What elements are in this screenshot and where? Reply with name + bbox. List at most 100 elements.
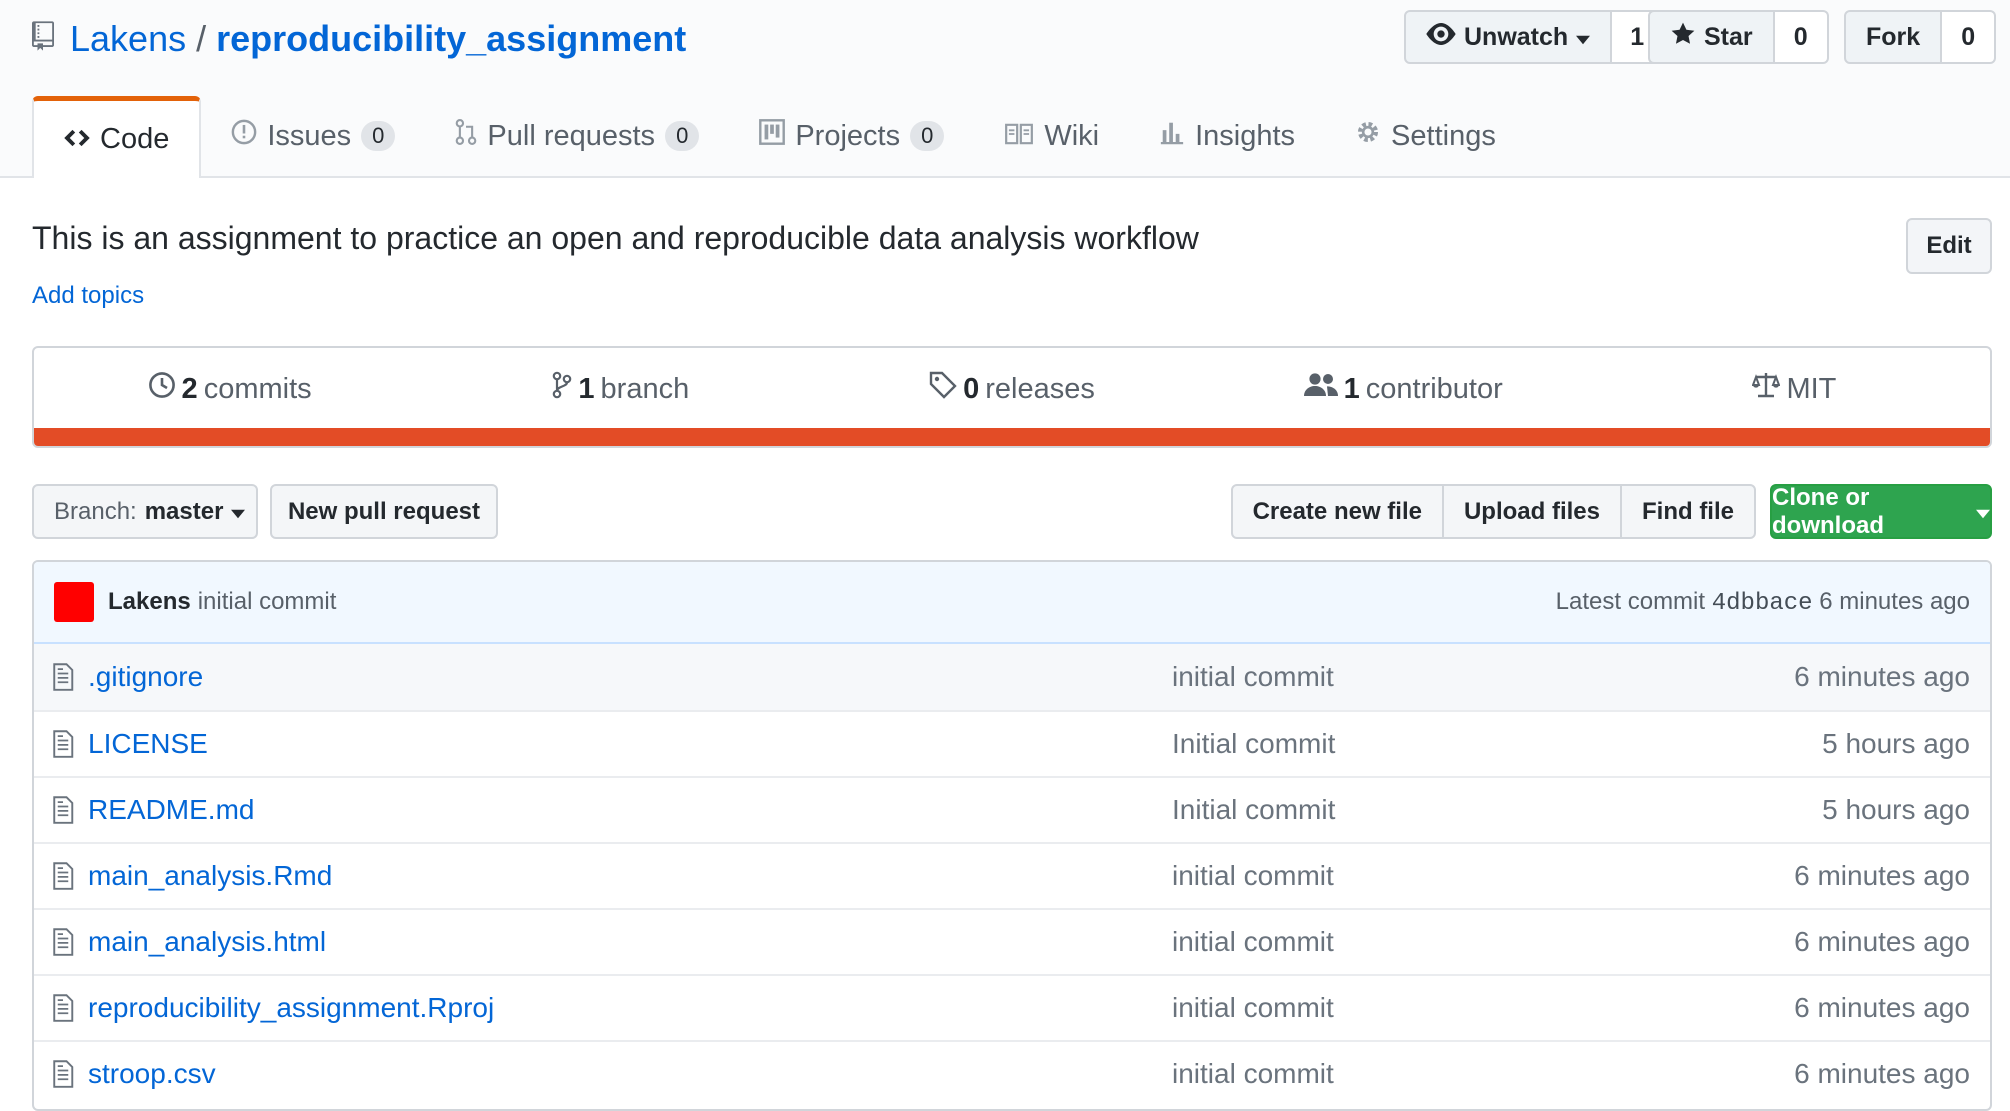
tab-pull-requests[interactable]: Pull requests 0 xyxy=(425,96,729,176)
gear-icon xyxy=(1355,119,1381,153)
history-icon xyxy=(148,371,176,407)
latest-commit-prefix: Latest commit xyxy=(1555,587,1706,615)
branch-select-button[interactable]: Branch: master xyxy=(32,484,258,539)
releases-count: 0 xyxy=(963,372,980,405)
language-bar[interactable] xyxy=(34,428,1990,446)
tab-settings[interactable]: Settings xyxy=(1325,96,1526,176)
project-icon xyxy=(759,119,786,153)
repo-nav-tabs: Code Issues 0 Pull requests 0 Projects 0… xyxy=(32,96,1526,178)
clone-or-download-button[interactable]: Clone or download xyxy=(1770,484,1992,539)
repo-owner-link[interactable]: Lakens xyxy=(70,18,186,60)
releases-label: releases xyxy=(985,372,1095,405)
file-commit-message-link[interactable]: Initial commit xyxy=(1172,794,1672,826)
add-topics-link[interactable]: Add topics xyxy=(32,282,144,310)
repo-title: Lakens / reproducibility_assignment xyxy=(32,14,686,64)
law-icon xyxy=(1751,371,1781,407)
file-commit-time: 6 minutes ago xyxy=(1794,661,1970,692)
tab-label: Pull requests xyxy=(487,119,656,152)
file-commit-time: 5 hours ago xyxy=(1822,794,1970,825)
caret-down-icon xyxy=(1976,498,1990,526)
branches-link[interactable]: 1 branch xyxy=(425,371,816,407)
issues-count-badge: 0 xyxy=(361,121,396,151)
file-name-link[interactable]: reproducibility_assignment.Rproj xyxy=(88,992,1172,1024)
create-new-file-button[interactable]: Create new file xyxy=(1230,484,1444,539)
file-commit-message-link[interactable]: initial commit xyxy=(1172,926,1672,958)
branch-name: master xyxy=(144,497,224,525)
book-icon xyxy=(1004,120,1034,153)
file-icon xyxy=(52,796,76,824)
contributors-link[interactable]: 1 contributor xyxy=(1208,372,1599,406)
file-icon xyxy=(52,994,76,1022)
file-icon xyxy=(52,1060,76,1088)
tab-issues[interactable]: Issues 0 xyxy=(201,96,425,176)
edit-description-button[interactable]: Edit xyxy=(1906,218,1992,274)
unwatch-label: Unwatch xyxy=(1464,22,1569,51)
new-pull-request-button[interactable]: New pull request xyxy=(270,484,498,539)
file-name-link[interactable]: main_analysis.Rmd xyxy=(88,860,1172,892)
table-row: reproducibility_assignment.Rproj initial … xyxy=(34,974,1990,1040)
repo-description: This is an assignment to practice an ope… xyxy=(32,220,1199,256)
file-commit-message-link[interactable]: initial commit xyxy=(1172,992,1672,1024)
repo-name-link[interactable]: reproducibility_assignment xyxy=(216,18,686,60)
tab-projects[interactable]: Projects 0 xyxy=(729,96,974,176)
commit-author-link[interactable]: Lakens xyxy=(108,588,191,616)
file-commit-message-link[interactable]: initial commit xyxy=(1172,1058,1672,1090)
file-icon xyxy=(52,928,76,956)
latest-commit-bar: Lakens initial commit Latest commit 4dbb… xyxy=(34,562,1990,644)
pull-request-icon xyxy=(455,118,477,154)
file-commit-message-link[interactable]: initial commit xyxy=(1172,661,1672,693)
tab-code[interactable]: Code xyxy=(32,96,202,178)
file-name-link[interactable]: LICENSE xyxy=(88,728,1172,760)
tag-icon xyxy=(929,371,957,407)
branch-icon xyxy=(552,371,572,407)
commit-sha-link[interactable]: 4dbbace xyxy=(1712,590,1813,617)
upload-files-button[interactable]: Upload files xyxy=(1441,484,1622,539)
table-row: main_analysis.Rmd initial commit 6 minutes… xyxy=(34,842,1990,908)
graph-icon xyxy=(1159,119,1185,153)
contributors-count: 1 xyxy=(1343,372,1360,405)
commits-link[interactable]: 2 commits xyxy=(34,371,425,407)
license-link[interactable]: MIT xyxy=(1599,371,1990,407)
tab-insights[interactable]: Insights xyxy=(1129,96,1325,176)
file-name-link[interactable]: stroop.csv xyxy=(88,1058,1172,1090)
avatar[interactable] xyxy=(54,582,94,622)
file-commit-time: 6 minutes ago xyxy=(1794,860,1970,891)
star-button[interactable]: Star xyxy=(1648,10,1775,64)
find-file-button[interactable]: Find file xyxy=(1620,484,1756,539)
license-label: MIT xyxy=(1786,372,1837,405)
releases-link[interactable]: 0 releases xyxy=(816,371,1207,407)
table-row: README.md Initial commit 5 hours ago xyxy=(34,776,1990,842)
file-commit-message-link[interactable]: Initial commit xyxy=(1172,728,1672,760)
branches-label: branch xyxy=(600,372,690,405)
stars-count[interactable]: 0 xyxy=(1774,10,1829,64)
people-icon xyxy=(1303,372,1338,406)
fork-button[interactable]: Fork xyxy=(1844,10,1943,64)
tab-label: Code xyxy=(100,123,170,155)
table-row: LICENSE Initial commit 5 hours ago xyxy=(34,710,1990,776)
tab-wiki[interactable]: Wiki xyxy=(974,96,1129,176)
file-table: Lakens initial commit Latest commit 4dbb… xyxy=(32,560,1992,1111)
tab-label: Projects xyxy=(795,119,901,152)
repo-icon xyxy=(32,18,54,60)
file-name-link[interactable]: .gitignore xyxy=(88,661,1172,693)
issue-icon xyxy=(231,119,257,153)
tab-label: Insights xyxy=(1195,119,1296,152)
branch-prefix: Branch: xyxy=(54,497,137,525)
file-commit-time: 6 minutes ago xyxy=(1794,1058,1970,1089)
caret-down-icon xyxy=(231,498,246,526)
watch-group: Unwatch 1 xyxy=(1404,10,1665,64)
commit-time: 6 minutes ago xyxy=(1819,587,1970,615)
file-name-link[interactable]: README.md xyxy=(88,794,1172,826)
file-name-link[interactable]: main_analysis.html xyxy=(88,926,1172,958)
file-actions-group: Create new file Upload files Find file xyxy=(1230,484,1756,539)
unwatch-button[interactable]: Unwatch xyxy=(1404,10,1613,64)
pull-requests-count-badge: 0 xyxy=(665,121,700,151)
commit-message-link[interactable]: initial commit xyxy=(198,588,337,616)
forks-count[interactable]: 0 xyxy=(1942,10,1997,64)
fork-label: Fork xyxy=(1866,22,1921,51)
star-icon xyxy=(1670,21,1696,54)
star-label: Star xyxy=(1704,22,1753,51)
file-commit-message-link[interactable]: initial commit xyxy=(1172,860,1672,892)
file-icon xyxy=(52,862,76,890)
tab-label: Settings xyxy=(1391,119,1496,152)
